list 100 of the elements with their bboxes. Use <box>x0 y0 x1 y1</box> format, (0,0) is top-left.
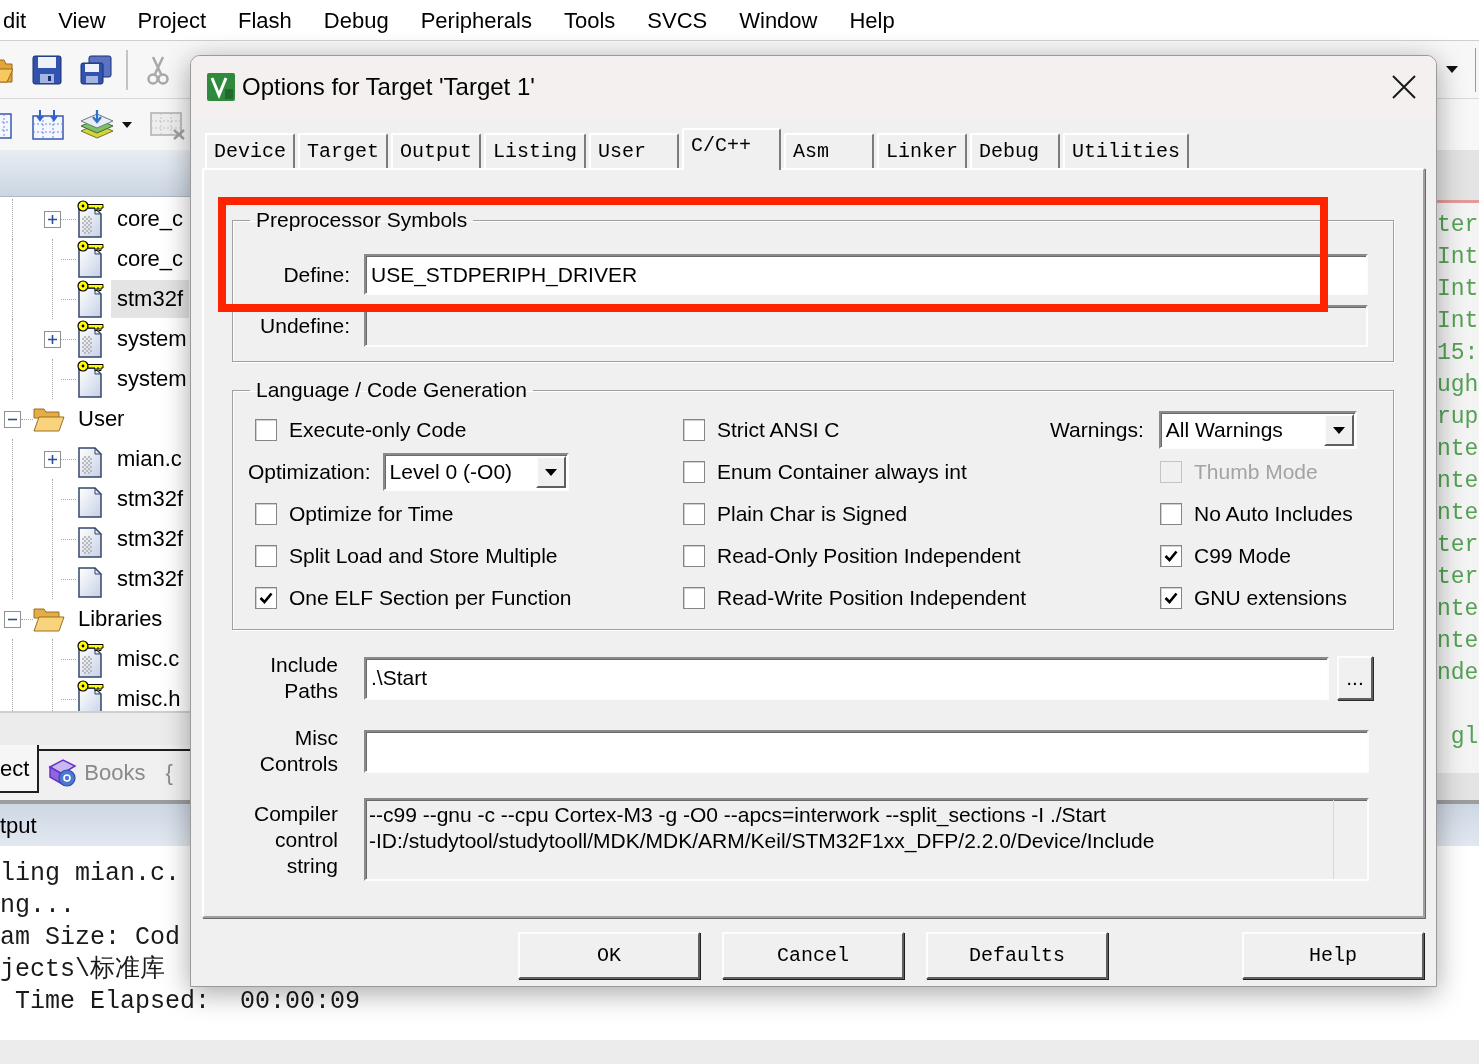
tab[interactable]: C/C++ <box>682 128 782 170</box>
save-all-icon[interactable] <box>80 54 112 85</box>
checkbox[interactable] <box>683 503 705 525</box>
checkbox[interactable] <box>255 545 277 567</box>
checkbox-label: Execute-only Code <box>289 417 467 443</box>
menu-item[interactable]: Window <box>739 3 818 37</box>
window-title: Options for Target 'Target 1' <box>242 72 535 102</box>
menu-item[interactable]: Debug <box>323 3 389 37</box>
dialog-button[interactable]: Cancel <box>722 932 904 979</box>
folder-icon <box>33 606 65 632</box>
browse-button[interactable]: ... <box>1337 656 1373 700</box>
tree-item[interactable]: misc.c <box>111 640 186 678</box>
dialog-button[interactable]: OK <box>518 932 700 979</box>
field-label: Undefine: <box>260 313 350 339</box>
field-label: Include Paths <box>269 652 338 704</box>
checkbox[interactable] <box>255 587 277 609</box>
text-area[interactable]: --c99 --gnu -c --cpu Cortex-M3 -g -O0 --apcs=interwork --split_sections -I ./Start -ID:/studytool/studytooll/MDK/MDK/ARM/Keil/STM32F1xx_DFP/2.2.0/Device/Include <box>364 798 1369 881</box>
checkbox[interactable] <box>683 419 705 441</box>
checkbox-label: Optimize for Time <box>289 501 454 527</box>
grid-arrows-icon[interactable] <box>32 109 64 140</box>
caret-down-icon[interactable] <box>1446 66 1458 73</box>
collapse-button[interactable] <box>4 410 21 428</box>
panel-tab[interactable]: ect <box>0 745 40 793</box>
checkbox[interactable] <box>255 419 277 441</box>
caret-down-icon[interactable] <box>122 121 132 128</box>
dialog-button[interactable]: Defaults <box>926 932 1108 979</box>
panel-title: tput <box>0 811 37 840</box>
text-field[interactable]: .\Start <box>364 656 1329 700</box>
tab[interactable]: Linker <box>877 133 968 168</box>
dialog-button[interactable]: Help <box>1242 932 1424 979</box>
tree-item[interactable]: stm32f <box>111 560 190 598</box>
menu-item[interactable]: SVCS <box>647 3 708 37</box>
output-line: jects\标准库 <box>0 954 165 986</box>
caret-down-icon <box>1323 414 1354 446</box>
dropdown[interactable]: All Warnings <box>1158 411 1357 449</box>
grid-icon[interactable] <box>150 109 186 140</box>
tab[interactable]: Utilities <box>1063 133 1190 168</box>
tree-item[interactable]: stm32f <box>111 520 190 558</box>
checkbox-label: Read-Write Position Independent <box>717 585 1026 611</box>
tab[interactable]: Asm <box>784 133 875 168</box>
plus-icon <box>48 214 57 224</box>
code-line: ter <box>1437 211 1479 240</box>
code-line: nte <box>1437 435 1479 464</box>
checkmark-icon <box>1164 550 1178 562</box>
menu-item[interactable]: dit <box>3 3 27 37</box>
caret-down-icon <box>535 456 566 488</box>
expand-button[interactable] <box>44 330 61 348</box>
dropdown[interactable]: Level 0 (-O0) <box>382 453 569 491</box>
checkbox[interactable] <box>683 461 705 483</box>
field-label: Optimization: <box>248 459 371 485</box>
menu-item[interactable]: View <box>58 3 106 37</box>
output-line: ling mian.c. <box>0 858 181 890</box>
checkbox[interactable] <box>683 545 705 567</box>
menu-item[interactable]: Project <box>137 3 207 37</box>
field-label: Warnings: <box>1050 417 1144 443</box>
tab[interactable]: Device <box>205 133 295 168</box>
code-line: nte <box>1437 627 1479 656</box>
collapse-button[interactable] <box>4 610 21 628</box>
menu-item[interactable]: Flash <box>238 3 292 37</box>
tree-item[interactable]: mian.c <box>111 440 188 478</box>
menu-item[interactable]: Peripherals <box>420 3 532 37</box>
expand-button[interactable] <box>44 450 61 468</box>
output-line: Time Elapsed: 00:00:09 <box>14 986 361 1018</box>
tab[interactable]: Listing <box>484 133 587 168</box>
code-line: nte <box>1437 595 1479 624</box>
text-field[interactable] <box>364 729 1369 773</box>
tree-item[interactable]: Libraries <box>72 600 169 638</box>
tree-item[interactable]: core_c <box>111 200 190 238</box>
tree-item[interactable]: core_c <box>111 240 190 278</box>
checkbox[interactable] <box>1160 587 1182 609</box>
group-title: Language / Code Generation <box>255 377 528 403</box>
tree-item[interactable]: User <box>72 400 131 438</box>
tab[interactable]: Output <box>391 133 482 168</box>
checkbox[interactable] <box>1160 545 1182 567</box>
text-field[interactable]: USE_STDPERIPH_DRIVER <box>364 254 1368 295</box>
code-line: ter <box>1437 531 1479 560</box>
tree-item[interactable]: misc.h <box>111 680 187 711</box>
checkbox-label: No Auto Includes <box>1194 501 1353 527</box>
menu-item[interactable]: Help <box>849 3 895 37</box>
tab[interactable]: User <box>589 133 680 168</box>
close-icon[interactable] <box>1392 75 1416 99</box>
layers-icon[interactable] <box>80 109 114 140</box>
expand-button[interactable] <box>44 210 61 228</box>
tab[interactable]: Debug <box>970 133 1061 168</box>
tree-item[interactable]: system <box>111 320 190 358</box>
checkbox[interactable] <box>683 587 705 609</box>
save-icon[interactable] <box>32 54 62 85</box>
checkbox[interactable] <box>255 503 277 525</box>
output-line: am Size: Cod <box>0 922 181 954</box>
code-line: Int <box>1437 275 1479 304</box>
code-line: nte <box>1437 467 1479 496</box>
tab[interactable]: Target <box>298 133 389 168</box>
code-line: nte <box>1437 499 1479 528</box>
tree-item[interactable]: system <box>111 360 190 398</box>
checkbox-label: Enum Container always int <box>717 459 967 485</box>
menu-item[interactable]: Tools <box>563 3 616 37</box>
tree-item[interactable]: stm32f <box>111 480 190 518</box>
checkbox[interactable] <box>1160 503 1182 525</box>
tree-item[interactable]: stm32f <box>111 280 190 318</box>
group-title: Preprocessor Symbols <box>255 207 469 233</box>
